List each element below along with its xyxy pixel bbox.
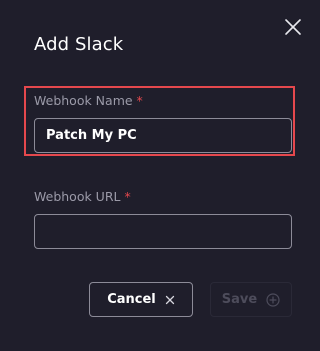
close-icon bbox=[285, 19, 301, 35]
webhook-url-label-text: Webhook URL bbox=[34, 189, 121, 204]
required-marker: * bbox=[124, 189, 131, 204]
dialog-title: Add Slack bbox=[34, 34, 124, 55]
save-button[interactable]: Save bbox=[210, 282, 292, 317]
cancel-button[interactable]: Cancel bbox=[89, 282, 193, 317]
webhook-name-input[interactable] bbox=[34, 118, 292, 153]
x-icon bbox=[165, 295, 175, 305]
webhook-name-label: Webhook Name * bbox=[34, 93, 143, 108]
cancel-button-label: Cancel bbox=[107, 292, 156, 307]
plus-circle-icon bbox=[266, 292, 280, 307]
add-slack-dialog: Add Slack Webhook Name * Webhook URL * C… bbox=[0, 0, 319, 351]
save-button-label: Save bbox=[221, 292, 258, 307]
required-marker: * bbox=[136, 93, 143, 108]
webhook-url-input[interactable] bbox=[34, 214, 292, 249]
webhook-url-label: Webhook URL * bbox=[34, 189, 131, 204]
webhook-name-label-text: Webhook Name bbox=[34, 93, 133, 108]
close-button[interactable] bbox=[283, 17, 303, 37]
